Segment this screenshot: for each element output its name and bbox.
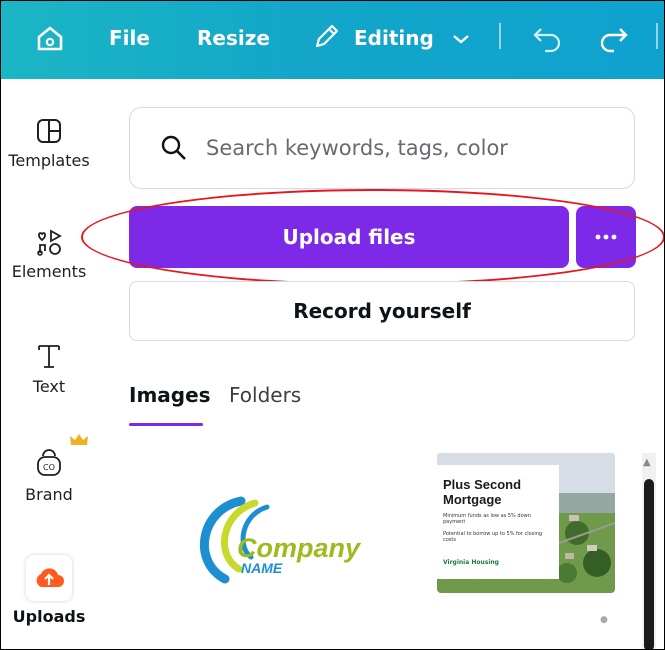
undo-icon[interactable] <box>531 21 565 55</box>
upload-files-button[interactable]: Upload files <box>129 206 569 268</box>
upload-thumbnail[interactable]: Plus Second Mortgage Minimum funds as lo… <box>437 453 615 593</box>
tab-images[interactable]: Images <box>129 383 211 407</box>
divider <box>499 23 501 49</box>
sidebar-item-brand[interactable]: CO Brand <box>1 433 97 504</box>
search-icon <box>161 135 186 160</box>
text-icon <box>38 345 60 368</box>
upload-thumbnail[interactable]: Company NAME <box>129 451 419 631</box>
status-dot-icon: ● <box>600 615 608 625</box>
search-input[interactable]: Search keywords, tags, color <box>129 107 635 189</box>
elements-icon <box>37 229 62 256</box>
home-icon[interactable] <box>33 21 67 55</box>
flyer-brand: Virginia Housing <box>443 559 499 566</box>
sidebar-item-label: Brand <box>25 485 73 504</box>
upload-cloud-icon <box>36 568 64 587</box>
logo-name-text: NAME <box>241 560 283 576</box>
scroll-up-icon[interactable]: ▲ <box>643 457 651 468</box>
app-frame: File Resize Editing Templates Elements T… <box>0 0 665 650</box>
editing-mode-dropdown[interactable]: Editing <box>312 21 470 55</box>
scrollbar-thumb[interactable] <box>644 479 654 649</box>
resize-button[interactable]: Resize <box>197 21 270 55</box>
active-tab-indicator <box>129 423 203 426</box>
sidebar-item-text[interactable]: Text <box>1 341 97 396</box>
sidebar-item-templates[interactable]: Templates <box>1 117 97 170</box>
tab-folders[interactable]: Folders <box>229 383 301 407</box>
company-logo-image: Company NAME <box>199 496 362 584</box>
sidebar-item-label: Text <box>32 377 66 396</box>
editing-label: Editing <box>354 26 434 50</box>
record-yourself-button[interactable]: Record yourself <box>129 281 635 341</box>
sidebar-item-label: Uploads <box>12 607 86 626</box>
sidebar-item-elements[interactable]: Elements <box>1 228 97 281</box>
redo-icon[interactable] <box>596 21 630 55</box>
more-icon <box>595 234 617 240</box>
sidebar-item-uploads[interactable]: Uploads <box>1 555 97 626</box>
top-bar: File Resize Editing <box>1 1 664 79</box>
logo-company-text: Company <box>237 533 362 563</box>
templates-icon <box>37 119 61 143</box>
side-panel-nav: Templates Elements Text CO Brand Uploads <box>1 79 97 649</box>
more-options-button[interactable] <box>576 206 636 268</box>
crown-icon <box>70 434 88 445</box>
flyer-bullet: Potential to borrow up to 5% for closing… <box>443 531 543 543</box>
chevron-down-icon <box>452 26 470 50</box>
file-menu-button[interactable]: File <box>109 21 150 55</box>
flyer-bullet: Minimum funds as low as 5% down payment <box>443 513 531 525</box>
pencil-icon <box>312 21 342 56</box>
uploads-icon-tile <box>26 555 72 601</box>
sidebar-item-label: Templates <box>8 151 90 170</box>
flyer-title: Plus Second Mortgage <box>443 477 522 507</box>
brand-icon: CO <box>37 449 61 476</box>
search-placeholder: Search keywords, tags, color <box>206 136 508 160</box>
divider <box>656 23 658 49</box>
sidebar-item-label: Elements <box>11 262 87 281</box>
svg-text:CO: CO <box>43 463 55 472</box>
